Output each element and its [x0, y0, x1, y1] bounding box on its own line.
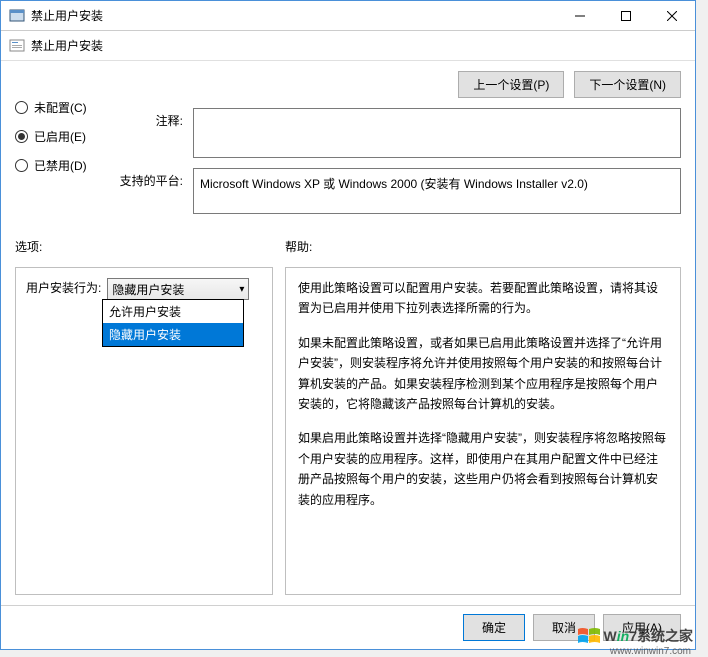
close-button[interactable] [649, 1, 695, 30]
cancel-button[interactable]: 取消 [533, 614, 595, 641]
comment-label: 注释: [113, 108, 193, 158]
nav-row: 上一个设置(P) 下一个设置(N) [113, 71, 681, 98]
footer: 确定 取消 应用(A) [1, 605, 695, 649]
policy-editor-window: 禁止用户安装 禁止用户安装 未配置(C) 已启用(E) 已禁用(D) [0, 0, 696, 650]
fields-column: 上一个设置(P) 下一个设置(N) 注释: 支持的平台: Microsoft W… [113, 71, 681, 224]
options-section-label: 选项: [15, 238, 285, 255]
radio-icon [15, 130, 28, 143]
policy-icon [9, 38, 25, 54]
help-paragraph: 如果启用此策略设置并选择“隐藏用户安装”，则安装程序将忽略按照每个用户安装的应用… [298, 428, 668, 510]
lower-section: 用户安装行为: 隐藏用户安装 ▾ 允许用户安装 隐藏用户安装 使用此策略设置可以… [1, 261, 695, 605]
radio-icon [15, 159, 28, 172]
help-paragraph: 使用此策略设置可以配置用户安装。若要配置此策略设置，请将其设置为已启用并使用下拉… [298, 278, 668, 319]
options-panel: 用户安装行为: 隐藏用户安装 ▾ 允许用户安装 隐藏用户安装 [15, 267, 273, 595]
combo-option-allow[interactable]: 允许用户安装 [103, 300, 243, 323]
radio-label: 未配置(C) [34, 99, 87, 116]
radio-label: 已启用(E) [34, 128, 86, 145]
toolbar: 禁止用户安装 [1, 31, 695, 61]
toolbar-title: 禁止用户安装 [31, 37, 103, 54]
help-panel[interactable]: 使用此策略设置可以配置用户安装。若要配置此策略设置，请将其设置为已启用并使用下拉… [285, 267, 681, 595]
titlebar: 禁止用户安装 [1, 1, 695, 31]
supported-on-box: Microsoft Windows XP 或 Windows 2000 (安装有… [193, 168, 681, 214]
radio-disabled[interactable]: 已禁用(D) [15, 157, 103, 174]
chevron-down-icon: ▾ [239, 284, 244, 295]
behavior-combobox[interactable]: 隐藏用户安装 ▾ [107, 278, 249, 300]
upper-section: 未配置(C) 已启用(E) 已禁用(D) 上一个设置(P) 下一个设置(N) 注… [1, 61, 695, 232]
minimize-button[interactable] [557, 1, 603, 30]
next-setting-button[interactable]: 下一个设置(N) [574, 71, 681, 98]
apply-button[interactable]: 应用(A) [603, 614, 681, 641]
radio-enabled[interactable]: 已启用(E) [15, 128, 103, 145]
help-paragraph: 如果未配置此策略设置，或者如果已启用此策略设置并选择了“允许用户安装”，则安装程… [298, 333, 668, 415]
window-controls [557, 1, 695, 30]
radio-icon [15, 101, 28, 114]
help-section-label: 帮助: [285, 238, 312, 255]
window-title: 禁止用户安装 [31, 7, 557, 24]
previous-setting-button[interactable]: 上一个设置(P) [458, 71, 564, 98]
state-radio-group: 未配置(C) 已启用(E) 已禁用(D) [15, 71, 103, 224]
maximize-button[interactable] [603, 1, 649, 30]
section-headers: 选项: 帮助: [1, 232, 695, 261]
radio-not-configured[interactable]: 未配置(C) [15, 99, 103, 116]
radio-label: 已禁用(D) [34, 157, 87, 174]
supported-label: 支持的平台: [113, 168, 193, 214]
ok-button[interactable]: 确定 [463, 614, 525, 641]
behavior-label: 用户安装行为: [26, 279, 101, 296]
combo-selected-text: 隐藏用户安装 [112, 281, 184, 298]
combo-option-hide[interactable]: 隐藏用户安装 [103, 323, 243, 346]
comment-textarea[interactable] [193, 108, 681, 158]
app-icon [9, 8, 25, 24]
behavior-dropdown-list: 允许用户安装 隐藏用户安装 [102, 299, 244, 347]
